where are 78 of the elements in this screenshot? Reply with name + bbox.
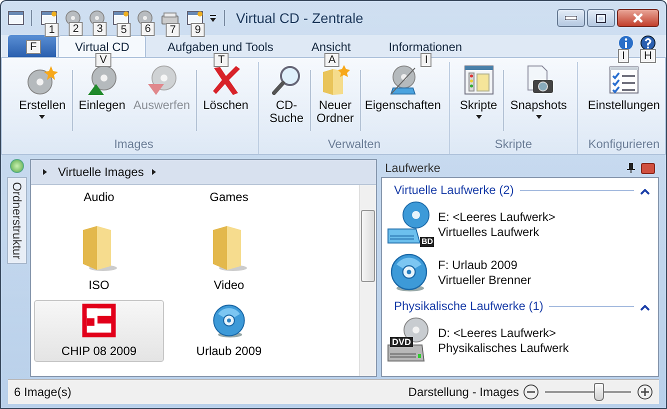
drive-badge: BD [420, 237, 434, 247]
status-text: 6 Image(s) [14, 385, 72, 399]
eject-disc-icon [146, 64, 178, 96]
maximize-button[interactable] [587, 9, 615, 27]
close-icon [632, 13, 644, 23]
drive-type: Virtuelles Laufwerk [438, 224, 540, 238]
image-item[interactable]: Audio [34, 187, 164, 208]
zoom-label: Darstellung - Images [408, 385, 519, 399]
zoom-in-icon [637, 384, 653, 400]
zoom-in-button[interactable] [637, 384, 653, 400]
group-title: Images [113, 137, 154, 153]
minimize-icon [565, 16, 577, 20]
keytip: I [618, 49, 630, 63]
ribbon-button[interactable]: CD-Suche [265, 64, 308, 131]
keytip: 6 [140, 22, 155, 36]
keytip: 2 [68, 22, 83, 36]
application-menu-button[interactable]: F [8, 35, 56, 57]
window-title: Virtual CD - Zentrale [236, 10, 364, 26]
ribbon-button[interactable]: Snapshots [506, 64, 571, 131]
ribbon-button[interactable]: Neuer Ordner [312, 64, 358, 131]
script-window-icon [462, 64, 495, 96]
keytip: 5 [116, 23, 131, 37]
scrollbar[interactable] [359, 185, 376, 376]
keytip: A [324, 53, 340, 67]
maximize-icon [596, 14, 606, 22]
pin-icon[interactable] [627, 163, 635, 173]
window-icon[interactable] [187, 11, 203, 25]
ribbon-button[interactable]: Einlegen [74, 64, 130, 131]
zoom-slider[interactable] [545, 383, 631, 401]
close-button[interactable] [617, 9, 659, 27]
drive-name: F: Urlaub 2009 [438, 258, 518, 272]
keytip: T [214, 53, 229, 67]
drive-type: Virtueller Brenner [438, 272, 532, 286]
zoom-out-button[interactable] [523, 384, 539, 400]
search-icon [270, 64, 302, 96]
keytip: V [96, 53, 111, 67]
ribbon-button[interactable]: Einstellungen [584, 64, 664, 131]
status-light-icon [10, 159, 24, 173]
keytip: 1 [44, 23, 59, 37]
info-icon[interactable] [618, 35, 634, 51]
image-item[interactable]: Urlaub 2009 [164, 300, 294, 362]
keytip: H [640, 49, 656, 63]
zoom-out-icon [523, 384, 539, 400]
new-disc-icon [26, 64, 58, 96]
image-item[interactable]: Games [164, 187, 294, 208]
drive-badge: DVD [390, 337, 414, 347]
ribbon-button[interactable]: Erstellen [15, 64, 70, 131]
group-header: Virtuelle Laufwerke (2) [394, 183, 514, 197]
panel-close-button[interactable] [641, 162, 655, 174]
group-title: Skripte [494, 137, 534, 153]
keytip: 7 [166, 23, 180, 37]
group-title: Konfigurieren [587, 137, 661, 153]
image-item[interactable]: ISO [34, 212, 164, 296]
group-title: Verwalten [326, 137, 382, 153]
keytip: 3 [92, 22, 107, 36]
keytip: F [26, 40, 41, 54]
minimize-button[interactable] [557, 9, 585, 27]
disc-icon [389, 252, 429, 292]
window-icon[interactable] [41, 11, 57, 25]
drive-name: E: <Leeres Laufwerk> [438, 210, 556, 224]
panel-title: Laufwerke [385, 161, 442, 175]
ribbon-button[interactable]: Löschen [199, 64, 252, 131]
image-item[interactable]: CHIP 08 2009 [34, 300, 164, 362]
image-item[interactable]: Video [164, 212, 294, 296]
drive-type: Physikalisches Laufwerk [438, 340, 569, 354]
keytip: I [420, 53, 432, 67]
keytip: 9 [190, 23, 205, 37]
checklist-icon [608, 64, 640, 96]
app-icon[interactable] [8, 11, 24, 25]
group-header: Physikalische Laufwerke (1) [394, 299, 544, 313]
side-tab[interactable]: Ordnerstruktur [7, 177, 27, 264]
breadcrumb-item[interactable]: Virtuelle Images [58, 165, 144, 179]
customize-dropdown-icon[interactable] [209, 13, 217, 23]
drive-name: D: <Leeres Laufwerk> [438, 326, 558, 340]
insert-disc-icon [86, 64, 118, 96]
ribbon-button[interactable]: Eigenschaften [362, 64, 443, 131]
window-icon[interactable] [113, 11, 129, 25]
ribbon-button[interactable]: Skripte [456, 64, 502, 131]
